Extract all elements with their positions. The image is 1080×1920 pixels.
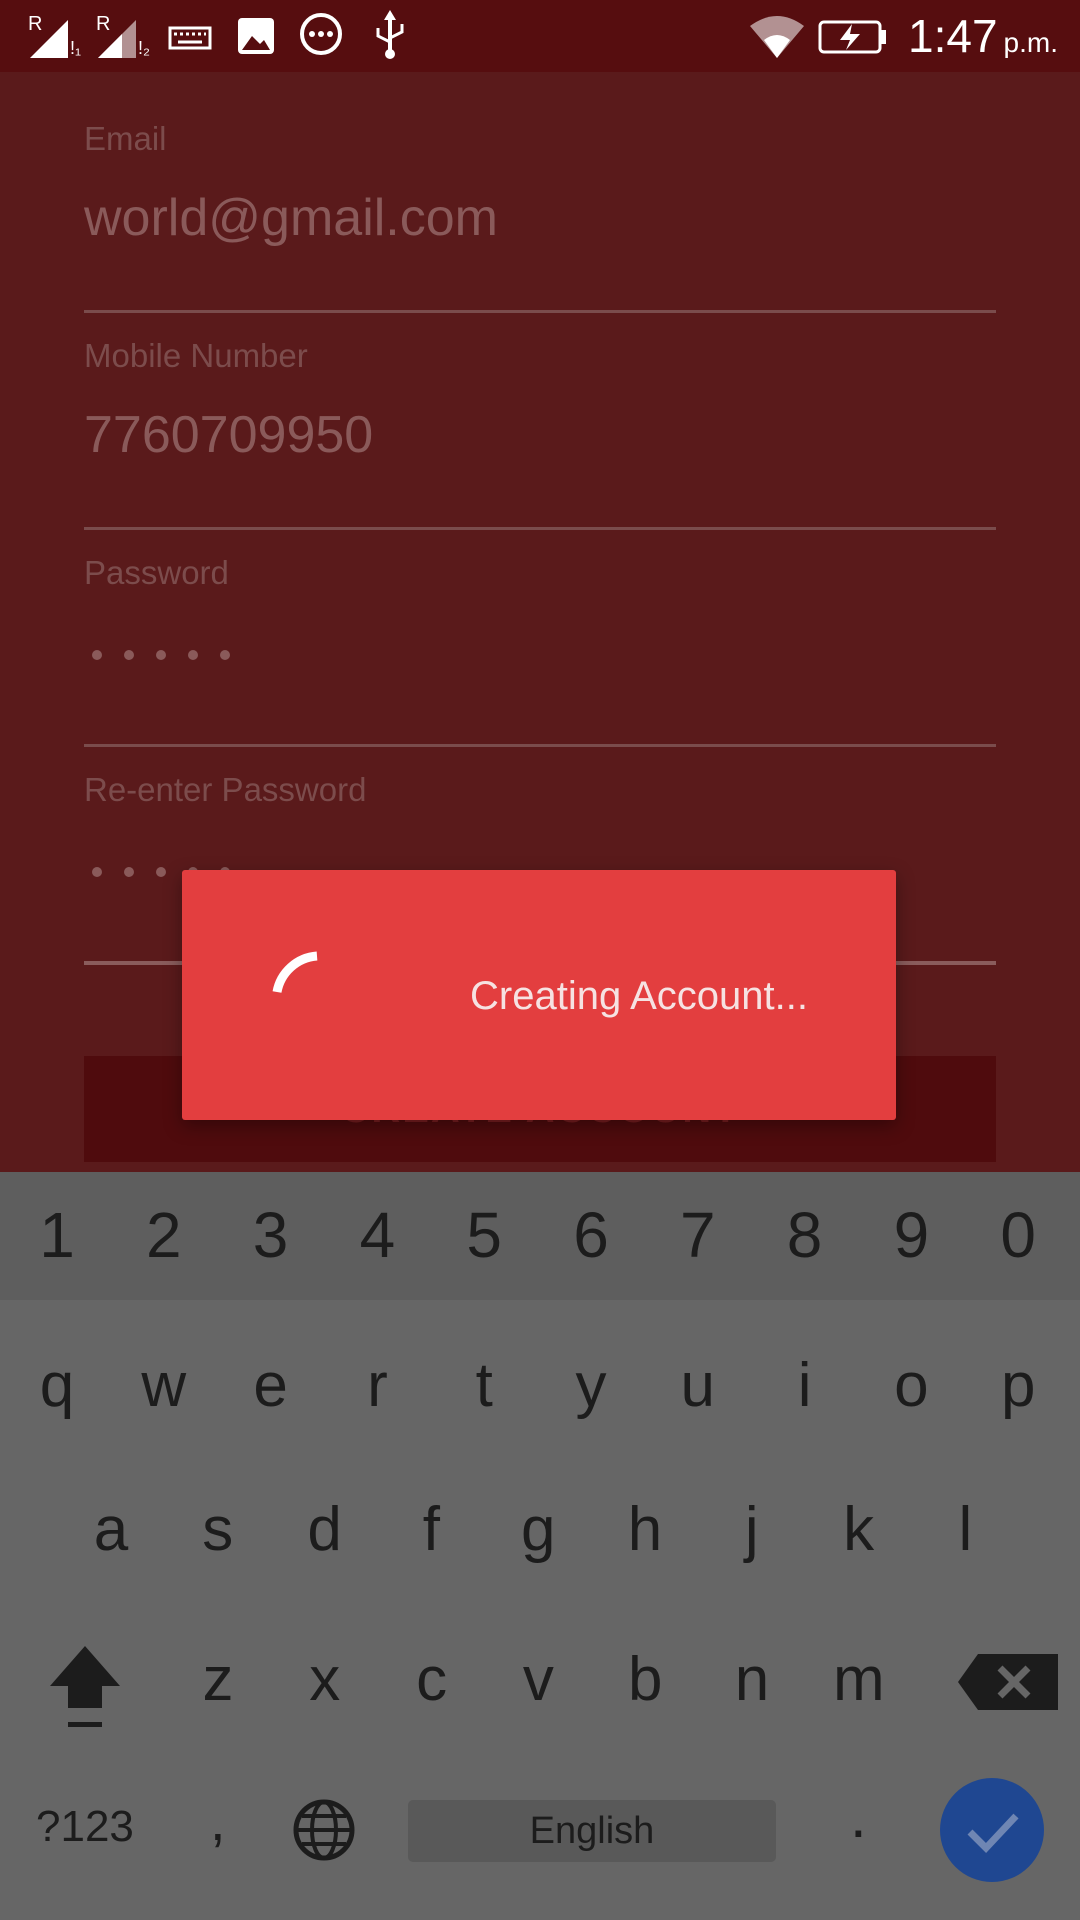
letter-key[interactable]: n [702,1644,802,1715]
letter-key[interactable]: q [7,1350,107,1421]
message-icon [300,13,342,55]
letter-key[interactable]: v [488,1644,588,1715]
progress-dialog: Creating Account... [182,870,896,1120]
letter-key[interactable]: t [434,1350,534,1421]
enter-key[interactable] [940,1778,1044,1882]
letter-key[interactable]: b [595,1644,695,1715]
password-underline [84,744,996,747]
clock-time: 1:47 [908,10,998,62]
image-icon [238,18,274,54]
number-key[interactable]: 0 [968,1198,1068,1272]
svg-text:R: R [28,13,42,35]
shift-key-icon[interactable] [46,1642,124,1732]
loading-spinner-icon [272,951,318,994]
letter-key[interactable]: g [488,1494,588,1565]
letter-key[interactable]: p [968,1350,1068,1421]
mobile-field[interactable]: Mobile Number 7760709950 [84,337,996,530]
status-clock: 1:47 p.m. [908,10,1058,69]
letter-key[interactable]: z [168,1644,268,1715]
email-label: Email [84,120,167,157]
letter-key[interactable]: l [915,1494,1015,1565]
letter-key[interactable]: e [221,1350,321,1421]
number-key[interactable]: 8 [755,1198,855,1272]
keyboard-icon [168,26,212,50]
battery-charging-icon [818,20,886,54]
clock-ampm: p.m. [1003,27,1058,58]
mobile-underline [84,527,996,530]
letter-key[interactable]: i [755,1350,855,1421]
letter-key[interactable]: w [114,1350,214,1421]
status-bar: R !₁ R !₂ 1:47 p.m. [0,0,1080,72]
number-key[interactable]: 2 [114,1198,214,1272]
backspace-key-icon[interactable] [956,1652,1066,1712]
password-label: Password [84,554,229,591]
number-key[interactable]: 3 [221,1198,321,1272]
letter-key[interactable]: c [382,1644,482,1715]
reenter-password-label: Re-enter Password [84,771,367,808]
globe-language-icon[interactable] [292,1798,356,1862]
svg-text:!₁: !₁ [70,38,81,58]
letter-key[interactable]: r [327,1350,427,1421]
period-key[interactable]: . [850,1782,867,1851]
number-key[interactable]: 9 [861,1198,961,1272]
comma-key[interactable]: , [210,1788,226,1853]
number-key[interactable]: 1 [7,1198,107,1272]
number-key[interactable]: 7 [648,1198,748,1272]
letter-key[interactable]: m [809,1644,909,1715]
letter-key[interactable]: j [702,1494,802,1565]
letter-key[interactable]: a [61,1494,161,1565]
email-field[interactable]: Email world@gmail.com [84,120,996,313]
symbols-key[interactable]: ?123 [36,1802,134,1852]
letter-key[interactable]: x [275,1644,375,1715]
svg-text:R: R [96,13,110,35]
number-key[interactable]: 5 [434,1198,534,1272]
usb-icon [376,10,404,59]
email-value: world@gmail.com [84,189,498,247]
signal-sim1-icon: R !₁ [28,13,81,58]
mobile-value: 7760709950 [84,406,374,464]
number-row: 1234567890 [0,1172,1080,1300]
letter-key[interactable]: h [595,1494,695,1565]
mobile-label: Mobile Number [84,337,308,374]
number-key[interactable]: 6 [541,1198,641,1272]
dialog-message: Creating Account... [470,974,808,1018]
letter-key[interactable]: k [809,1494,909,1565]
wifi-icon [750,16,804,58]
checkmark-icon [967,1813,1019,1854]
signal-sim2-icon: R !₂ [96,13,150,58]
space-key[interactable]: English [408,1800,776,1862]
number-key[interactable]: 4 [327,1198,427,1272]
letter-key[interactable]: o [861,1350,961,1421]
letter-key[interactable]: s [168,1494,268,1565]
password-field[interactable]: Password [84,554,996,747]
password-dots [92,650,230,660]
letter-key[interactable]: f [381,1494,481,1565]
letter-key[interactable]: d [275,1494,375,1565]
letter-key[interactable]: u [648,1350,748,1421]
email-underline [84,310,996,313]
reenter-password-field[interactable]: Re-enter Password [84,771,996,965]
letter-key[interactable]: y [541,1350,641,1421]
svg-text:!₂: !₂ [138,38,150,58]
